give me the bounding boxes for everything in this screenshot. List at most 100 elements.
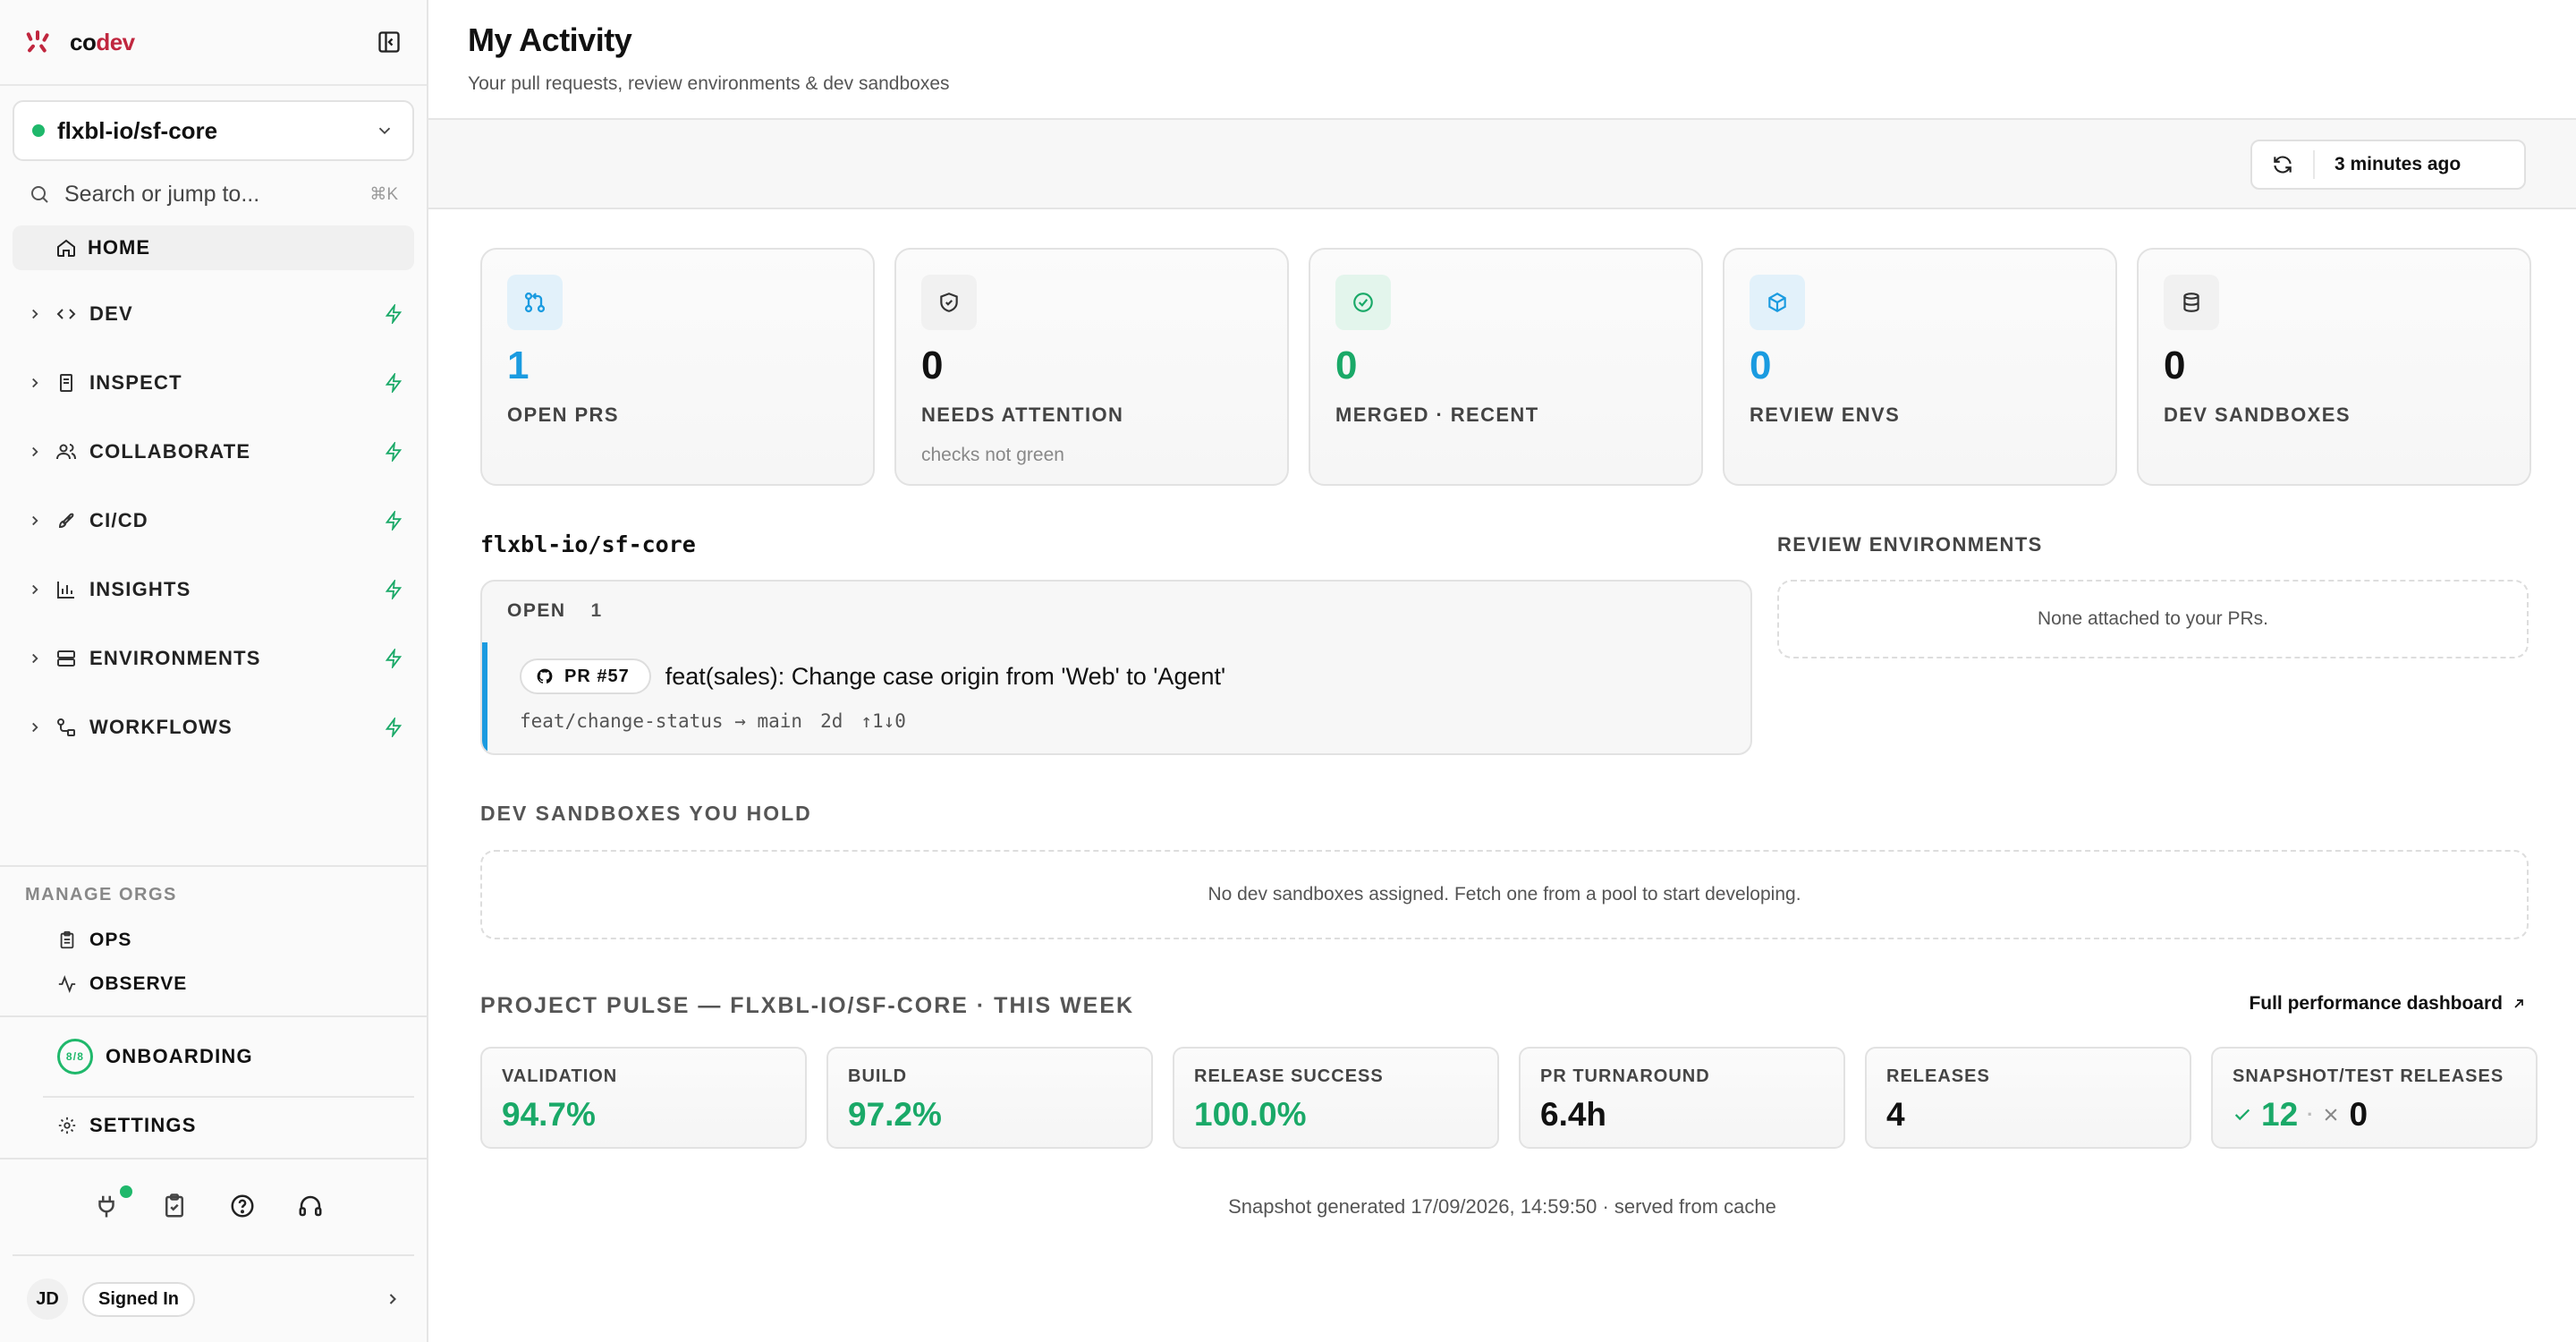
- sidebar-item-onboarding[interactable]: 8/8 ONBOARDING: [0, 1017, 427, 1096]
- avatar: JD: [27, 1278, 68, 1320]
- stat-card-merged[interactable]: 0 MERGED · RECENT: [1309, 248, 1703, 486]
- sidebar-item-cicd[interactable]: CI/CD: [0, 486, 427, 555]
- stat-value: 0: [1335, 344, 1358, 387]
- sidebar-item-collaborate[interactable]: COLLABORATE: [0, 417, 427, 486]
- headset-icon[interactable]: [297, 1193, 326, 1221]
- metric-label: SNAPSHOT/TEST RELEASES: [2233, 1066, 2504, 1086]
- metric-releases[interactable]: RELEASES 4: [1865, 1047, 2191, 1149]
- manage-orgs-section: MANAGE ORGS OPS OBSERVE: [0, 865, 427, 1006]
- sidebar-item-environments[interactable]: ENVIRONMENTS: [0, 624, 427, 692]
- metric-value: 100.0%: [1194, 1096, 1307, 1133]
- dev-sandboxes-empty: No dev sandboxes assigned. Fetch one fro…: [480, 850, 2529, 939]
- sidebar-item-label: INSPECT: [89, 370, 182, 394]
- git-pull-request-icon: [507, 275, 563, 330]
- stat-note: checks not green: [921, 445, 1064, 465]
- metric-validation[interactable]: VALIDATION 94.7%: [480, 1047, 807, 1149]
- chevron-right-icon: [27, 650, 43, 667]
- users-icon: [55, 441, 77, 463]
- clipboard-check-icon[interactable]: [161, 1193, 190, 1221]
- stat-card-dev-sandboxes[interactable]: 0 DEV SANDBOXES: [2137, 248, 2531, 486]
- search-placeholder: Search or jump to...: [64, 181, 260, 207]
- performance-dashboard-label: Full performance dashboard: [2249, 993, 2503, 1014]
- pulse-metrics: VALIDATION 94.7% BUILD 97.2% RELEASE SUC…: [480, 1047, 2538, 1149]
- pr-row[interactable]: PR #57 feat(sales): Change case origin f…: [482, 642, 1750, 753]
- pr-meta: feat/change-status → main 2d ↑1↓0: [520, 710, 1750, 732]
- nav-list: DEV INSPECT COLLABORATE CI/CD INSIGHTS E…: [0, 279, 427, 761]
- bolt-icon: [384, 579, 403, 599]
- sidebar-item-label: HOME: [88, 236, 150, 259]
- metric-snapshot-test-releases[interactable]: SNAPSHOT/TEST RELEASES 12 · 0: [2211, 1047, 2538, 1149]
- sidebar-item-home[interactable]: HOME: [13, 225, 414, 270]
- page-header: My Activity Your pull requests, review e…: [428, 0, 2576, 120]
- org-name: flxbl-io/sf-core: [57, 116, 218, 144]
- performance-dashboard-link[interactable]: Full performance dashboard: [2249, 993, 2526, 1015]
- connection-status-dot: [120, 1185, 132, 1198]
- chevron-right-icon: [27, 582, 43, 598]
- pr-number: PR #57: [564, 666, 630, 686]
- metric-label: PR TURNAROUND: [1540, 1066, 1710, 1086]
- stat-label: DEV SANDBOXES: [2164, 403, 2351, 426]
- sidebar-item-observe[interactable]: OBSERVE: [0, 962, 427, 1006]
- refresh-button[interactable]: 3 minutes ago: [2250, 140, 2526, 190]
- sidebar-item-dev[interactable]: DEV: [0, 279, 427, 348]
- bolt-icon: [384, 648, 403, 668]
- sidebar-item-settings[interactable]: SETTINGS: [43, 1096, 414, 1153]
- chevron-right-icon: [27, 719, 43, 735]
- sidebar-item-label: INSIGHTS: [89, 577, 191, 600]
- page-title: My Activity: [468, 21, 632, 58]
- sidebar: codev flxbl-io/sf-core Search or jump to…: [0, 0, 428, 1342]
- open-prs-panel: OPEN 1 PR #57 feat(sales): Change case o…: [480, 580, 1752, 755]
- codev-logo-icon: [25, 29, 55, 55]
- bolt-icon: [384, 441, 403, 462]
- project-pulse-title: PROJECT PULSE — FLXBL-IO/SF-CORE · THIS …: [480, 993, 1135, 1018]
- chevron-down-icon: [375, 121, 394, 140]
- signed-in-badge: Signed In: [82, 1281, 195, 1317]
- bolt-icon: [384, 303, 403, 324]
- org-selector[interactable]: flxbl-io/sf-core: [13, 100, 414, 161]
- pr-number-badge[interactable]: PR #57: [520, 658, 651, 694]
- review-envs-title: REVIEW ENVIRONMENTS: [1777, 533, 2043, 556]
- sidebar-item-label: OBSERVE: [89, 973, 188, 994]
- sidebar-item-ops[interactable]: OPS: [0, 918, 427, 962]
- brand-name[interactable]: codev: [70, 29, 135, 56]
- metric-pr-turnaround[interactable]: PR TURNAROUND 6.4h: [1519, 1047, 1845, 1149]
- help-icon[interactable]: [229, 1193, 258, 1221]
- page-subtitle: Your pull requests, review environments …: [468, 73, 950, 94]
- sidebar-item-label: ONBOARDING: [106, 1045, 253, 1067]
- metric-release-success[interactable]: RELEASE SUCCESS 100.0%: [1173, 1047, 1499, 1149]
- github-icon: [537, 668, 553, 684]
- metric-value: 4: [1886, 1096, 1905, 1133]
- chevron-right-icon: [27, 513, 43, 529]
- x-icon: [2322, 1106, 2340, 1124]
- box-icon: [1750, 275, 1805, 330]
- bolt-icon: [384, 372, 403, 393]
- pr-title[interactable]: feat(sales): Change case origin from 'We…: [665, 663, 1225, 691]
- stat-value: 1: [507, 344, 530, 387]
- rocket-icon: [55, 510, 77, 531]
- refresh-icon: [2252, 150, 2315, 179]
- search-input[interactable]: Search or jump to... ⌘K: [13, 166, 414, 222]
- bolt-icon: [384, 510, 403, 531]
- stat-card-review-envs[interactable]: 0 REVIEW ENVS: [1723, 248, 2117, 486]
- activity-icon: [57, 974, 77, 994]
- stat-card-open-prs[interactable]: 1 OPEN PRS: [480, 248, 875, 486]
- open-count: 1: [590, 600, 602, 621]
- code-icon: [55, 303, 77, 325]
- sidebar-item-label: ENVIRONMENTS: [89, 646, 261, 669]
- sidebar-collapse-icon[interactable]: [377, 30, 402, 55]
- user-menu[interactable]: JD Signed In: [13, 1254, 414, 1342]
- sidebar-item-insights[interactable]: INSIGHTS: [0, 555, 427, 624]
- metric-value: 97.2%: [848, 1096, 942, 1133]
- snapshot-separator: ·: [2307, 1102, 2314, 1125]
- file-icon: [55, 372, 77, 394]
- chevron-right-icon: [27, 375, 43, 391]
- metric-label: RELEASE SUCCESS: [1194, 1066, 1384, 1086]
- sidebar-item-inspect[interactable]: INSPECT: [0, 348, 427, 417]
- plug-icon[interactable]: [93, 1185, 132, 1221]
- sidebar-item-workflows[interactable]: WORKFLOWS: [0, 692, 427, 761]
- search-shortcut: ⌘K: [369, 184, 398, 204]
- shield-check-icon: [921, 275, 977, 330]
- snapshot-footer: Snapshot generated 17/09/2026, 14:59:50 …: [1228, 1195, 1776, 1218]
- stat-card-needs-attention[interactable]: 0 NEEDS ATTENTION checks not green: [894, 248, 1289, 486]
- metric-build[interactable]: BUILD 97.2%: [826, 1047, 1153, 1149]
